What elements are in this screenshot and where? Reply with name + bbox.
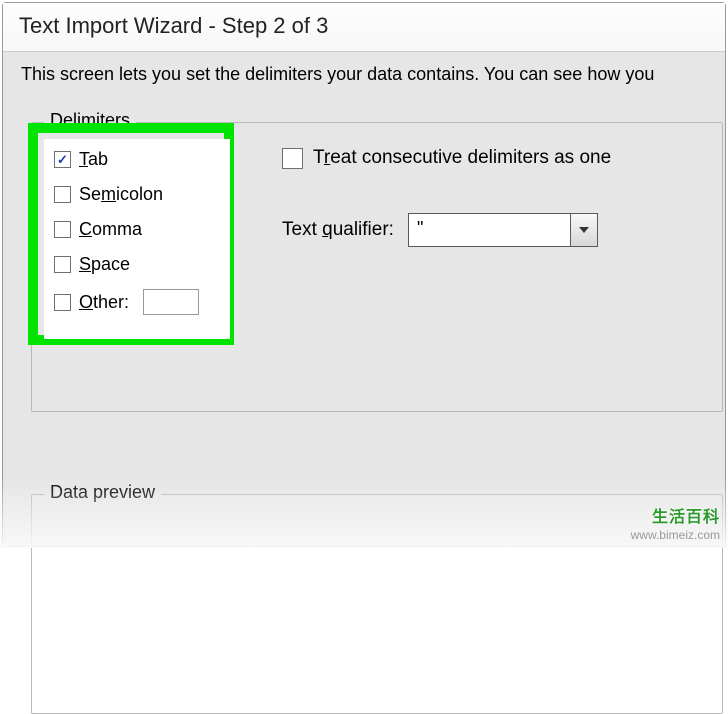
checkbox-space[interactable]	[54, 256, 71, 273]
checkbox-treat-consecutive[interactable]	[282, 148, 303, 169]
label-space: Space	[79, 254, 130, 275]
delimiter-row-other[interactable]: Other:	[54, 289, 220, 315]
checkbox-other[interactable]	[54, 294, 71, 311]
delimiter-row-space[interactable]: Space	[54, 254, 220, 275]
data-preview-legend: Data preview	[44, 482, 161, 503]
window-title: Text Import Wizard - Step 2 of 3	[3, 3, 725, 52]
chevron-down-icon	[579, 227, 589, 233]
checkbox-comma[interactable]	[54, 221, 71, 238]
label-semicolon: Semicolon	[79, 184, 163, 205]
delimiter-row-semicolon[interactable]: Semicolon	[54, 184, 220, 205]
delimiters-groupbox: Delimiters Tab Semicolon Comma	[31, 122, 723, 412]
combo-dropdown-button[interactable]	[570, 213, 598, 247]
checkbox-semicolon[interactable]	[54, 186, 71, 203]
label-other: Other:	[79, 292, 129, 313]
highlight-annotation: Tab Semicolon Comma Space	[28, 123, 234, 345]
delimiter-row-tab[interactable]: Tab	[54, 149, 220, 170]
watermark: 生活百科 www.bimeiz.com	[631, 508, 720, 542]
delimiter-row-comma[interactable]: Comma	[54, 219, 220, 240]
checkbox-tab[interactable]	[54, 151, 71, 168]
text-qualifier-row: Text qualifier: "	[282, 213, 611, 247]
delimiters-panel: Tab Semicolon Comma Space	[44, 139, 230, 339]
text-qualifier-value[interactable]: "	[408, 213, 570, 247]
text-qualifier-combo[interactable]: "	[408, 213, 598, 247]
watermark-url: www.bimeiz.com	[631, 528, 720, 542]
client-area: This screen lets you set the delimiters …	[3, 52, 725, 544]
other-delimiter-input[interactable]	[143, 289, 199, 315]
right-controls: Treat consecutive delimiters as one Text…	[282, 147, 611, 247]
data-preview-groupbox: Data preview	[31, 494, 723, 714]
label-treat-consecutive: Treat consecutive delimiters as one	[313, 147, 611, 169]
watermark-site: 生活百科	[631, 508, 720, 527]
dialog-window: Text Import Wizard - Step 2 of 3 This sc…	[2, 2, 726, 546]
label-tab: Tab	[79, 149, 108, 170]
wizard-description: This screen lets you set the delimiters …	[3, 52, 725, 103]
label-text-qualifier: Text qualifier:	[282, 219, 394, 241]
label-comma: Comma	[79, 219, 142, 240]
treat-consecutive-row[interactable]: Treat consecutive delimiters as one	[282, 147, 611, 169]
